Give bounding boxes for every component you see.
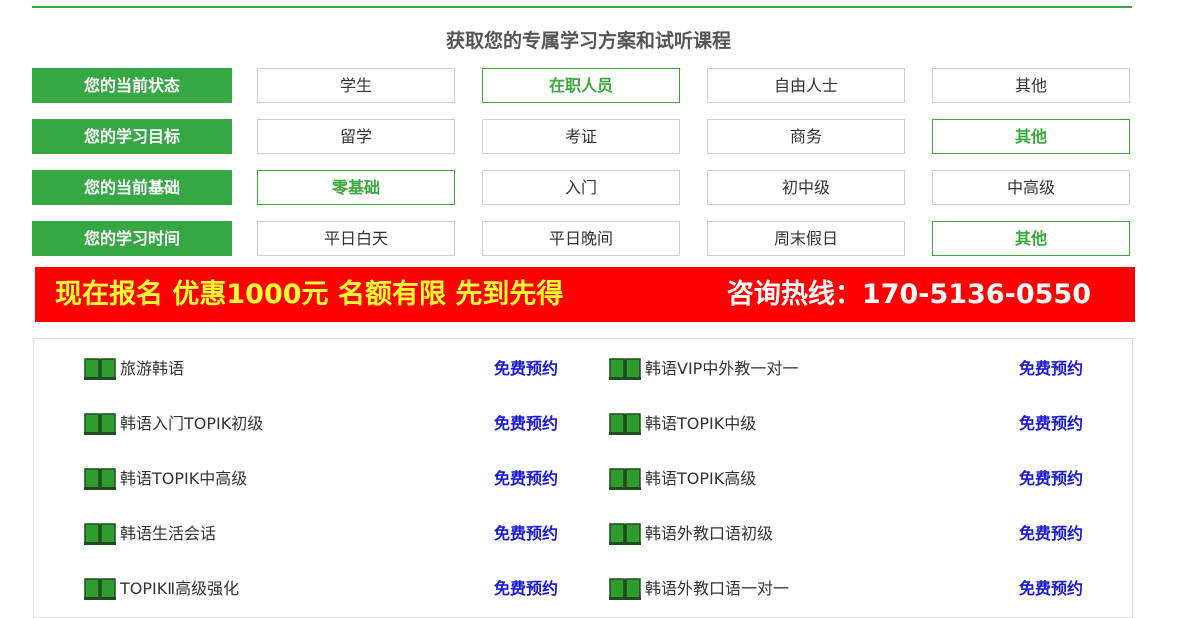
option-button[interactable]: 在职人员 [482,68,680,103]
course-item: TOPIKⅡ高级强化 免费预约 [84,575,564,605]
book-icon [609,358,641,380]
option-button[interactable]: 自由人士 [707,68,905,103]
course-item: 韩语生活会话 免费预约 [84,520,564,550]
course-name: 韩语生活会话 [120,524,217,543]
option-button[interactable]: 入门 [482,170,680,205]
option-button[interactable]: 其他 [932,119,1130,154]
free-reserve-link[interactable]: 免费预约 [1019,357,1083,381]
course-name: 韩语外教口语初级 [645,524,774,543]
option-button[interactable]: 平日白天 [257,221,455,256]
option-button[interactable]: 中高级 [932,170,1130,205]
free-reserve-link[interactable]: 免费预约 [1019,522,1083,546]
book-icon [84,468,116,490]
course-name: 韩语外教口语一对一 [645,579,790,598]
form-row-label: 您的学习时间 [32,221,232,256]
course-name: 韩语VIP中外教一对一 [645,359,799,378]
course-name: 韩语TOPIK高级 [645,469,757,488]
free-reserve-link[interactable]: 免费预约 [1019,467,1083,491]
course-item: 韩语VIP中外教一对一 免费预约 [609,355,1089,385]
option-button[interactable]: 初中级 [707,170,905,205]
course-item: 韩语外教口语初级 免费预约 [609,520,1089,550]
course-item: 韩语TOPIK中级 免费预约 [609,410,1089,440]
promo-text: 现在报名 优惠1000元 名额有限 先到先得 [55,279,564,310]
course-name: 旅游韩语 [120,359,185,378]
hotline-text: 咨询热线：170-5136-0550 [726,279,1091,310]
option-button[interactable]: 其他 [932,221,1130,256]
form-row: 您的学习时间 平日白天 平日晚间 周末假日 其他 [32,221,1132,257]
form-row-label: 您的当前基础 [32,170,232,205]
course-item: 韩语入门TOPIK初级 免费预约 [84,410,564,440]
book-icon [84,413,116,435]
course-list: 旅游韩语 免费预约 韩语入门TOPIK初级 免费预约 韩语TOPIK中高级 免费预约 韩语生… [33,338,1133,618]
form-row-label: 您的当前状态 [32,68,232,103]
free-reserve-link[interactable]: 免费预约 [494,522,558,546]
book-icon [609,578,641,600]
free-reserve-link[interactable]: 免费预约 [494,357,558,381]
page-title: 获取您的专属学习方案和试听课程 [445,30,731,52]
course-name: 韩语入门TOPIK初级 [120,414,264,433]
form-row: 您的当前基础 零基础 入门 初中级 中高级 [32,170,1132,206]
free-reserve-link[interactable]: 免费预约 [494,467,558,491]
book-icon [609,413,641,435]
course-item: 韩语外教口语一对一 免费预约 [609,575,1089,605]
book-icon [84,523,116,545]
book-icon [609,523,641,545]
option-button[interactable]: 平日晚间 [482,221,680,256]
option-button[interactable]: 商务 [707,119,905,154]
form-row: 您的当前状态 学生 在职人员 自由人士 其他 [32,68,1132,104]
option-button[interactable]: 学生 [257,68,455,103]
free-reserve-link[interactable]: 免费预约 [1019,412,1083,436]
book-icon [84,578,116,600]
option-button[interactable]: 周末假日 [707,221,905,256]
option-button[interactable]: 零基础 [257,170,455,205]
free-reserve-link[interactable]: 免费预约 [494,412,558,436]
form-row-label: 您的学习目标 [32,119,232,154]
book-icon [609,468,641,490]
course-item: 旅游韩语 免费预约 [84,355,564,385]
form-row: 您的学习目标 留学 考证 商务 其他 [32,119,1132,155]
course-name: 韩语TOPIK中高级 [120,469,248,488]
course-item: 韩语TOPIK高级 免费预约 [609,465,1089,495]
course-item: 韩语TOPIK中高级 免费预约 [84,465,564,495]
option-button[interactable]: 考证 [482,119,680,154]
course-name: 韩语TOPIK中级 [645,414,757,433]
top-divider [32,6,1132,8]
course-name: TOPIKⅡ高级强化 [120,579,240,598]
free-reserve-link[interactable]: 免费预约 [1019,577,1083,601]
book-icon [84,358,116,380]
option-button[interactable]: 其他 [932,68,1130,103]
promo-banner: 现在报名 优惠1000元 名额有限 先到先得 咨询热线：170-5136-055… [35,267,1135,322]
free-reserve-link[interactable]: 免费预约 [494,577,558,601]
option-button[interactable]: 留学 [257,119,455,154]
